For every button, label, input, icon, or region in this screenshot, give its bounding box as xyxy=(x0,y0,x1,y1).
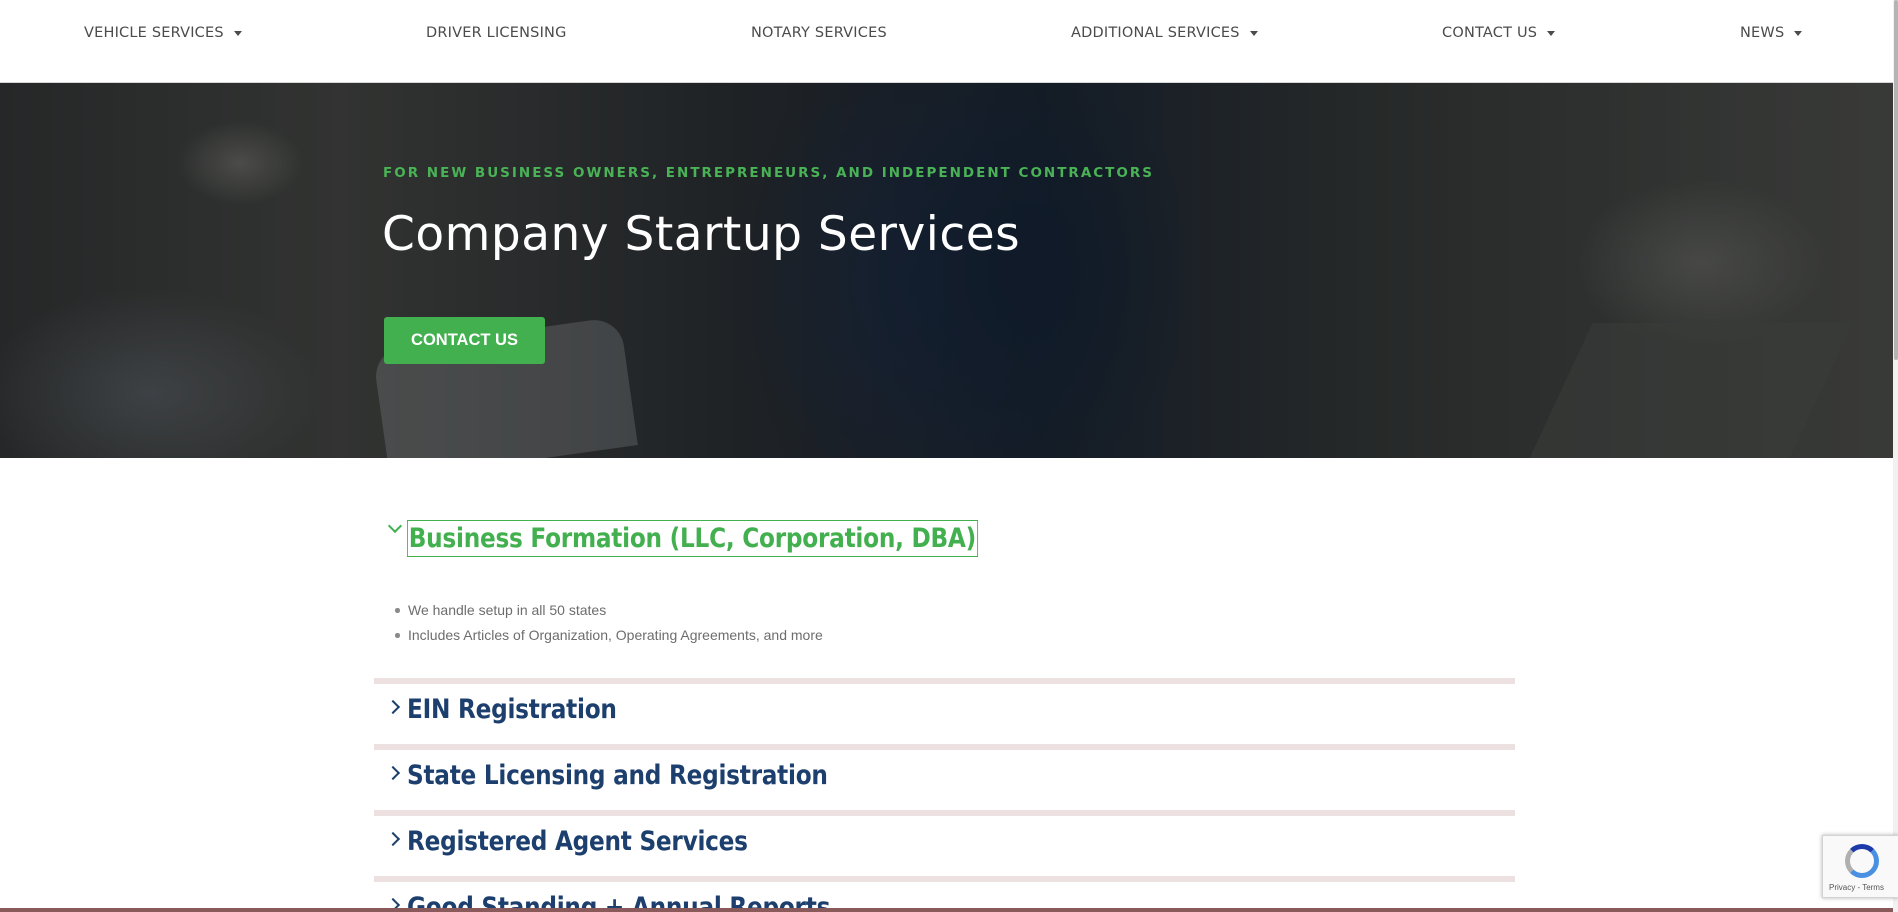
contact-us-button[interactable]: CONTACT US xyxy=(384,317,545,364)
nav-label: CONTACT US xyxy=(1442,25,1538,41)
nav-label: ADDITIONAL SERVICES xyxy=(1071,25,1240,41)
recaptcha-icon xyxy=(1845,844,1879,878)
chevron-down-icon[interactable] xyxy=(387,518,403,534)
list-item: Includes Articles of Organization, Opera… xyxy=(395,625,823,650)
accordion-divider xyxy=(374,810,1515,816)
recaptcha-badge[interactable]: Privacy - Terms xyxy=(1822,835,1898,898)
chevron-right-icon[interactable] xyxy=(385,765,401,781)
chevron-right-icon[interactable] xyxy=(385,831,401,847)
accordion-divider xyxy=(374,876,1515,882)
caret-down-icon xyxy=(1249,30,1258,36)
accordion-title-business-formation[interactable]: Business Formation (LLC, Corporation, DB… xyxy=(407,520,978,557)
nav-label: VEHICLE SERVICES xyxy=(84,25,224,41)
chevron-right-icon[interactable] xyxy=(385,699,401,715)
caret-down-icon xyxy=(1547,30,1556,36)
nav-driver-licensing[interactable]: DRIVER LICENSING xyxy=(426,24,567,42)
recaptcha-links[interactable]: Privacy - Terms xyxy=(1829,883,1884,892)
hero-eyebrow: FOR NEW BUSINESS OWNERS, ENTREPRENEURS, … xyxy=(383,165,1154,181)
nav-notary-services[interactable]: NOTARY SERVICES xyxy=(751,24,887,42)
nav-label: DRIVER LICENSING xyxy=(426,25,567,41)
nav-label: NOTARY SERVICES xyxy=(751,25,887,41)
main-navigation: VEHICLE SERVICES DRIVER LICENSING NOTARY… xyxy=(0,0,1898,83)
scrollbar-thumb[interactable] xyxy=(1894,0,1898,360)
nav-vehicle-services[interactable]: VEHICLE SERVICES xyxy=(84,24,242,42)
list-item: We handle setup in all 50 states xyxy=(395,600,823,625)
hero-overlay xyxy=(0,83,1893,458)
hero-banner: FOR NEW BUSINESS OWNERS, ENTREPRENEURS, … xyxy=(0,83,1893,458)
accordion-content-business-formation: We handle setup in all 50 states Include… xyxy=(395,600,823,650)
nav-news[interactable]: NEWS xyxy=(1740,24,1803,42)
accordion-divider xyxy=(374,678,1515,684)
viewport-bottom-edge xyxy=(0,908,1893,912)
nav-additional-services[interactable]: ADDITIONAL SERVICES xyxy=(1071,24,1258,42)
caret-down-icon xyxy=(1794,30,1803,36)
accordion-title-state-licensing[interactable]: State Licensing and Registration xyxy=(407,760,828,791)
accordion-title-ein-registration[interactable]: EIN Registration xyxy=(407,694,617,725)
nav-contact-us[interactable]: CONTACT US xyxy=(1442,24,1556,42)
page-title: Company Startup Services xyxy=(382,207,1021,262)
nav-label: NEWS xyxy=(1740,25,1785,41)
accordion-title-registered-agent[interactable]: Registered Agent Services xyxy=(407,826,748,857)
accordion-divider xyxy=(374,744,1515,750)
caret-down-icon xyxy=(233,30,242,36)
